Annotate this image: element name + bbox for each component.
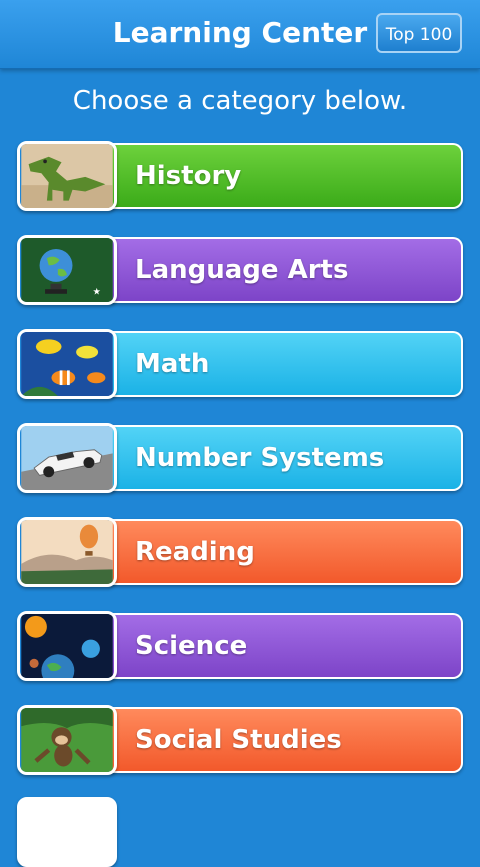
category-label: Reading: [135, 537, 255, 567]
planets-icon: [17, 611, 117, 681]
category-social-studies[interactable]: Social Studies: [17, 705, 463, 775]
top-100-button[interactable]: Top 100: [376, 13, 462, 53]
fish-icon: [17, 329, 117, 399]
monkey-icon: [17, 705, 117, 775]
dinosaur-icon: [17, 141, 117, 211]
category-number-systems[interactable]: Number Systems: [17, 423, 463, 493]
category-label: Science: [135, 631, 248, 661]
category-label: Social Studies: [135, 725, 342, 755]
app-header: Learning Center Top 100: [0, 0, 480, 69]
category-reading[interactable]: Reading: [17, 517, 463, 587]
category-history[interactable]: History: [17, 141, 463, 211]
hot-air-balloon-icon: [17, 517, 117, 587]
race-car-icon: [17, 423, 117, 493]
category-math[interactable]: Math: [17, 329, 463, 399]
category-label: Number Systems: [135, 443, 385, 473]
thumbnail-partial: [17, 797, 117, 867]
category-label: Math: [135, 349, 210, 379]
category-language-arts[interactable]: Language Arts ★: [17, 235, 463, 305]
globe-icon: ★: [17, 235, 117, 305]
category-next-partial[interactable]: [17, 797, 463, 867]
category-label: Language Arts: [135, 255, 349, 285]
category-science[interactable]: Science: [17, 611, 463, 681]
instruction-text: Choose a category below.: [72, 86, 408, 116]
svg-text:★: ★: [93, 288, 101, 298]
category-label: History: [135, 161, 242, 191]
